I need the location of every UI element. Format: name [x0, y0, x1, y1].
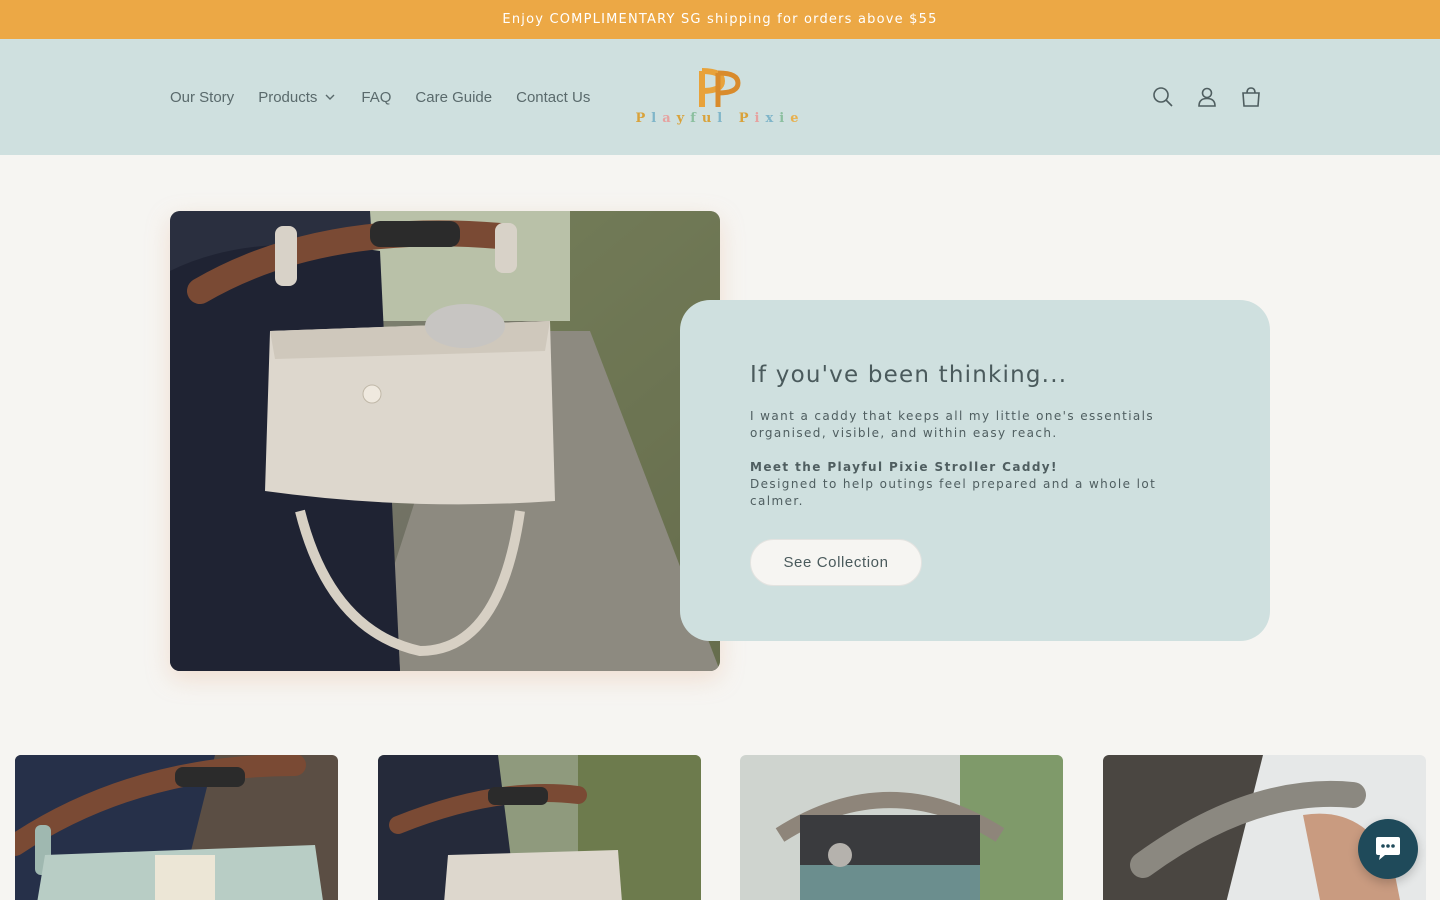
logo-letter: y: [676, 111, 691, 126]
hero-text-card: If you've been thinking... I want a cadd…: [680, 300, 1270, 641]
logo-letter: P: [738, 111, 755, 126]
site-logo[interactable]: Playful Pixie: [630, 61, 810, 135]
account-button[interactable]: [1185, 75, 1229, 119]
hero-text-intro: I want a caddy that keeps all my little …: [750, 409, 1155, 440]
search-icon: [1153, 87, 1173, 107]
logo-letter: x: [765, 111, 780, 126]
logo-letter: P: [635, 111, 652, 126]
gallery-image[interactable]: [740, 755, 1063, 900]
nav-products[interactable]: Products: [246, 89, 349, 106]
logo-wordmark: Playful Pixie: [630, 111, 810, 126]
cart-icon: [1242, 87, 1260, 107]
logo-monogram: [699, 68, 741, 107]
logo-letter: [728, 111, 739, 126]
logo-letter: a: [662, 111, 677, 126]
header-icons: [1141, 39, 1273, 155]
announcement-text: Enjoy COMPLIMENTARY SG shipping for orde…: [502, 12, 938, 27]
account-icon: [1198, 87, 1216, 107]
logo-letter: l: [651, 111, 663, 126]
nav-contact-us[interactable]: Contact Us: [504, 89, 602, 106]
main-nav: Our Story Products FAQ Care Guide Contac…: [158, 39, 602, 155]
logo-letter: l: [717, 111, 729, 126]
nav-our-story[interactable]: Our Story: [158, 89, 246, 106]
gallery-image[interactable]: [378, 755, 701, 900]
logo-letter: u: [701, 111, 718, 126]
logo-letter: i: [754, 111, 766, 126]
nav-products-label: Products: [258, 88, 318, 106]
logo-letter: i: [779, 111, 791, 126]
site-header: Our Story Products FAQ Care Guide Contac…: [0, 39, 1440, 155]
hero-heading: If you've been thinking...: [750, 362, 1068, 388]
chat-button[interactable]: [1358, 819, 1418, 879]
announcement-bar: Enjoy COMPLIMENTARY SG shipping for orde…: [0, 0, 1440, 39]
nav-faq[interactable]: FAQ: [349, 89, 403, 106]
nav-care-guide[interactable]: Care Guide: [403, 89, 504, 106]
chevron-down-icon: [325, 94, 335, 100]
chat-icon: [1376, 837, 1400, 860]
logo-letter: e: [790, 111, 805, 126]
hero-image: [170, 211, 720, 671]
hero-text-outro: Designed to help outings feel prepared a…: [750, 477, 1157, 508]
logo-letter: f: [690, 111, 702, 126]
search-button[interactable]: [1141, 75, 1185, 119]
cart-button[interactable]: [1229, 75, 1273, 119]
hero-text-bold: Meet the Playful Pixie Stroller Caddy!: [750, 460, 1058, 474]
gallery-image[interactable]: [15, 755, 338, 900]
image-gallery: [0, 755, 1440, 900]
see-collection-button[interactable]: See Collection: [750, 539, 922, 586]
